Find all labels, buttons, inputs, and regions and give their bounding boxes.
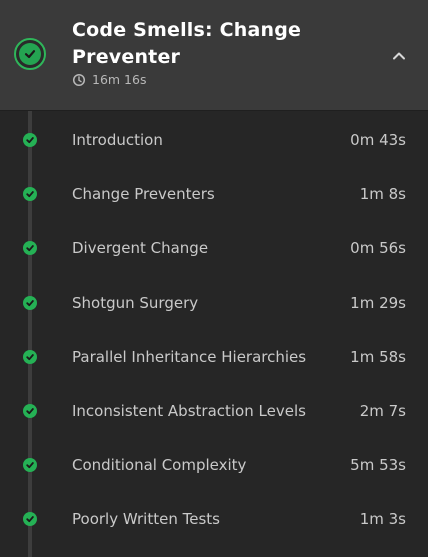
course-module-panel: Code Smells: Change Preventer 16m 16s In… xyxy=(0,0,428,557)
clip-duration: 5m 53s xyxy=(350,456,406,475)
module-header[interactable]: Code Smells: Change Preventer 16m 16s xyxy=(0,0,428,111)
clip-item[interactable]: Introduction 0m 43s xyxy=(0,114,428,168)
clip-title: Change Preventers xyxy=(72,185,215,204)
clip-duration: 0m 43s xyxy=(350,131,406,149)
clip-item[interactable]: Shotgun Surgery 1m 29s xyxy=(0,277,428,331)
chevron-up-icon xyxy=(392,46,406,65)
clip-title: Poorly Written Tests xyxy=(72,510,220,529)
clip-title: Parallel Inheritance Hierarchies xyxy=(72,347,307,366)
clip-item[interactable]: Conditional Complexity 5m 53s xyxy=(0,439,428,493)
clip-duration: 0m 56s xyxy=(350,239,406,258)
clip-item[interactable]: Parallel Inheritance Hierarchies 1m 58s xyxy=(0,331,428,385)
check-circle-icon xyxy=(23,241,37,256)
check-circle-icon xyxy=(23,295,37,310)
clip-item[interactable]: Poorly Written Tests 1m 3s xyxy=(0,493,428,547)
clip-duration: 1m 58s xyxy=(350,347,406,366)
clip-title: Inconsistent Abstraction Levels xyxy=(72,401,306,420)
check-circle-icon xyxy=(23,349,37,364)
check-circle-icon xyxy=(23,187,37,202)
module-title: Code Smells: Change Preventer xyxy=(72,19,302,68)
clip-item[interactable]: Divergent Change 0m 56s xyxy=(0,222,428,276)
clip-duration: 2m 7s xyxy=(359,401,406,420)
clip-title: Conditional Complexity xyxy=(72,456,247,475)
clip-list: Introduction 0m 43s Change Preventers 1m 8s… xyxy=(0,114,428,548)
clock-icon xyxy=(72,73,86,87)
collapse-toggle[interactable] xyxy=(388,46,410,64)
clip-item[interactable]: Inconsistent Abstraction Levels 2m 7s xyxy=(0,385,428,439)
clip-title: Introduction xyxy=(72,131,163,149)
clip-duration: 1m 3s xyxy=(359,510,406,529)
module-duration: 16m 16s xyxy=(72,72,146,88)
module-complete-icon xyxy=(14,38,46,70)
check-circle-icon xyxy=(23,133,37,147)
check-circle-icon xyxy=(23,403,37,418)
clip-duration: 1m 29s xyxy=(350,293,406,312)
clip-title: Divergent Change xyxy=(72,239,209,258)
clip-title: Shotgun Surgery xyxy=(72,293,199,312)
module-duration-text: 16m 16s xyxy=(92,72,147,87)
check-circle-icon xyxy=(23,458,37,473)
clip-duration: 1m 8s xyxy=(359,185,406,204)
check-circle-icon xyxy=(23,512,37,527)
clip-item[interactable]: Change Preventers 1m 8s xyxy=(0,168,428,222)
